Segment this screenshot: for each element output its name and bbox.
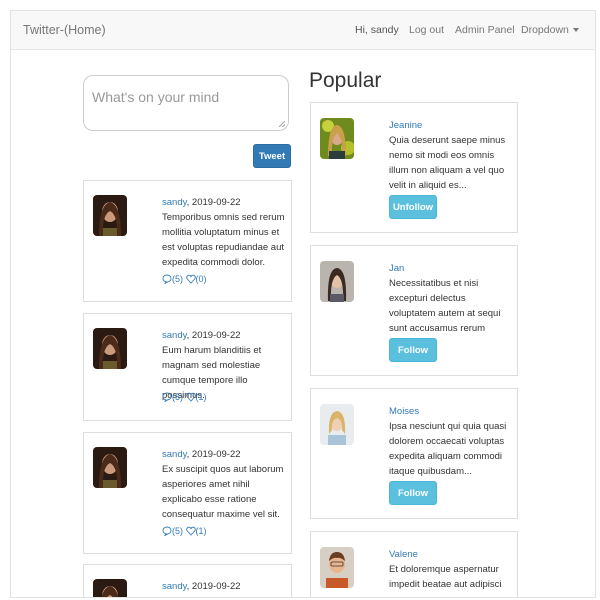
avatar[interactable] [93,328,127,369]
popular-user-card: Valene Et doloremque aspernatur impedit … [310,531,518,597]
heart-icon [185,274,196,284]
tweet-card: sandy, 2019-09-22 [83,564,292,597]
unfollow-button[interactable]: Unfollow [389,195,437,219]
brand-link[interactable]: Twitter-(Home) [23,23,106,37]
comment-link[interactable]: (5) [162,274,183,285]
like-count: (1) [195,392,207,402]
like-count: (0) [195,274,207,284]
compose-placeholder: What's on your mind [92,89,220,105]
avatar[interactable] [320,404,354,445]
tweet-meta: sandy, 2019-09-22 [162,330,241,341]
popular-user-bio: Ipsa nesciunt qui quia quasi dolorem occ… [389,421,507,477]
popular-user-name[interactable]: Valene [389,549,418,560]
comment-count: (5) [172,526,183,536]
like-count: (1) [195,526,207,536]
avatar[interactable] [320,118,354,159]
tweet-text: Ex suscipit quos aut laborum asperiores … [162,464,284,520]
popular-user-card: Jan Necessitatibus et nisi excepturi del… [310,245,518,376]
tweet-card: sandy, 2019-09-22 Ex suscipit quos aut l… [83,432,292,554]
tweet-date: , 2019-09-22 [186,581,241,592]
tweet-date: , 2019-09-22 [186,330,241,341]
tweet-meta: sandy, 2019-09-22 [162,449,241,460]
popular-user-card: Jeanine Quia deserunt saepe minus nemo s… [310,102,518,233]
tweet-actions: (5) (0) [162,274,207,285]
avatar[interactable] [93,195,127,236]
caret-down-icon [572,28,579,33]
compose-textarea[interactable]: What's on your mind [83,75,289,131]
popular-heading: Popular [309,69,382,92]
popular-user-bio: Et doloremque aspernatur impedit beatae … [389,564,502,590]
heart-icon [185,392,196,402]
tweet-author-link[interactable]: sandy [162,330,187,341]
tweet-author-link[interactable]: sandy [162,581,187,592]
tweet-meta: sandy, 2019-09-22 [162,581,241,592]
navbar: Twitter-(Home) Hi, sandy Log out Admin P… [11,11,595,50]
tweet-actions: (5) (1) [162,392,207,403]
admin-panel-link[interactable]: Admin Panel [455,24,515,36]
tweet-date: , 2019-09-22 [186,197,241,208]
tweet-actions: (5) (1) [162,526,207,537]
dropdown-label: Dropdown [521,24,569,36]
popular-user-name[interactable]: Moises [389,406,419,417]
comment-link[interactable]: (5) [162,526,183,537]
avatar[interactable] [93,447,127,488]
popular-user-bio: Quia deserunt saepe minus nemo sit modi … [389,135,506,191]
avatar[interactable] [93,579,127,597]
popular-user-card: Moises Ipsa nesciunt qui quia quasi dolo… [310,388,518,519]
tweet-author-link[interactable]: sandy [162,197,187,208]
like-link[interactable]: (0) [185,274,207,284]
greeting-text: Hi, sandy [355,24,399,36]
comment-count: (5) [172,274,183,284]
comment-icon [162,392,172,403]
tweet-card: sandy, 2019-09-22 Temporibus omnis sed r… [83,180,292,302]
comment-count: (5) [172,392,183,402]
comment-link[interactable]: (5) [162,392,183,403]
tweet-author-link[interactable]: sandy [162,449,187,460]
tweet-date: , 2019-09-22 [186,449,241,460]
like-link[interactable]: (1) [185,392,207,402]
follow-button[interactable]: Follow [389,481,437,505]
logout-link[interactable]: Log out [409,24,444,36]
resize-grip-icon[interactable] [279,121,285,127]
comment-icon [162,526,172,537]
tweet-card: sandy, 2019-09-22 Eum harum blanditiis e… [83,313,292,421]
tweet-meta: sandy, 2019-09-22 [162,197,241,208]
dropdown-menu[interactable]: Dropdown [521,24,579,36]
comment-icon [162,274,172,285]
browser-viewport: Twitter-(Home) Hi, sandy Log out Admin P… [10,10,596,598]
heart-icon [185,526,196,536]
popular-user-name[interactable]: Jan [389,263,404,274]
tweet-button[interactable]: Tweet [253,144,291,168]
follow-button[interactable]: Follow [389,338,437,362]
popular-user-name[interactable]: Jeanine [389,120,422,131]
avatar[interactable] [320,547,354,588]
avatar[interactable] [320,261,354,302]
tweet-text: Temporibus omnis sed rerum mollitia volu… [162,212,285,268]
like-link[interactable]: (1) [185,526,207,536]
